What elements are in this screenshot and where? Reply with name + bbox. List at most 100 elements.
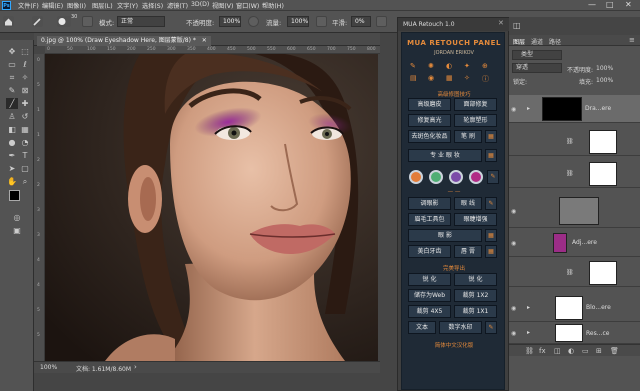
layer-row[interactable]: ◉ ▸ Dra...ere: [509, 95, 640, 123]
eyeshadow-options-button[interactable]: ▦: [485, 229, 497, 242]
eyeliner-button[interactable]: 眼 线: [454, 197, 482, 210]
eye-icon[interactable]: ◉: [511, 240, 516, 247]
brow-kit-button[interactable]: 眉毛工具包: [408, 213, 451, 226]
fill-value[interactable]: 100%: [596, 77, 613, 84]
add-mask-icon[interactable]: ◫: [554, 347, 561, 355]
layer-row[interactable]: ◉ ▸ Blo...ere: [509, 294, 640, 322]
eyeliner-pen-button[interactable]: ✎: [485, 197, 497, 210]
brush-preset-picker[interactable]: [57, 16, 71, 27]
eyeshadow-button[interactable]: 眼 影: [408, 229, 482, 242]
menu-select[interactable]: 选择(S): [142, 1, 163, 10]
palette-icon[interactable]: ✦: [464, 62, 470, 70]
quick-mask-icon[interactable]: ◎: [11, 212, 23, 223]
lipstick-options-button[interactable]: ▦: [485, 245, 497, 258]
new-group-icon[interactable]: ▭: [582, 347, 589, 355]
layer-filter-select[interactable]: 类型: [512, 50, 562, 60]
plus-icon[interactable]: ⊕: [482, 62, 488, 70]
brush-tool-icon-active[interactable]: ╱: [6, 98, 18, 109]
eraser-tool-icon[interactable]: ◧: [6, 124, 18, 135]
frame-tool-icon[interactable]: ⊠: [19, 85, 31, 96]
pressure-opacity-icon[interactable]: [248, 16, 259, 27]
sun-icon[interactable]: ✺: [428, 62, 434, 70]
hand-tool-icon[interactable]: ✋: [6, 176, 18, 187]
zoom-tool-icon[interactable]: ⌕: [19, 176, 31, 187]
type-tool-icon[interactable]: T: [19, 150, 31, 161]
brush-button[interactable]: 笔 刷: [454, 130, 482, 143]
eye-icon[interactable]: ◉: [511, 106, 516, 113]
save-for-web-button[interactable]: 储存为Web: [408, 289, 451, 302]
link-layers-icon[interactable]: ⛓: [525, 347, 534, 355]
info-icon[interactable]: ⓘ: [482, 74, 489, 84]
clone-stamp-icon[interactable]: ♙: [6, 111, 18, 122]
whiten-teeth-button[interactable]: 美白牙齿: [408, 245, 451, 258]
sharpen-button-1[interactable]: 锐 化: [408, 273, 451, 286]
foreground-color-swatch[interactable]: [9, 190, 20, 201]
menu-file[interactable]: 文件(F): [18, 1, 39, 10]
brush-settings-icon[interactable]: [82, 16, 93, 27]
layers-icon[interactable]: ▤: [410, 74, 417, 82]
new-layer-icon[interactable]: ⊞: [596, 347, 602, 355]
menu-edit[interactable]: 编辑(E): [42, 1, 63, 10]
contrast-icon[interactable]: ◐: [446, 62, 452, 70]
text-button[interactable]: 文本: [408, 321, 436, 334]
tab-layers[interactable]: 图层: [513, 37, 525, 46]
panel-icon-history[interactable]: ◫: [513, 21, 521, 30]
panel-menu-icon[interactable]: ≡: [629, 36, 635, 44]
history-brush-icon[interactable]: ↺: [19, 111, 31, 122]
menu-layer[interactable]: 图层(L): [92, 1, 113, 10]
document-canvas[interactable]: [45, 54, 378, 361]
tab-channels[interactable]: 通道: [531, 37, 543, 46]
eye-icon[interactable]: ◉: [511, 305, 516, 312]
menu-type[interactable]: 文字(Y): [117, 1, 138, 10]
skin-smoothing-button[interactable]: 高级磨皮: [408, 98, 451, 111]
eye-icon[interactable]: ◉: [511, 330, 516, 337]
crop-tool-icon[interactable]: ⌗: [6, 72, 18, 83]
layer-row[interactable]: ⛓: [509, 160, 640, 188]
airbrush-icon[interactable]: [316, 16, 327, 27]
tab-paths[interactable]: 路径: [549, 37, 561, 46]
screen-mode-icon[interactable]: ▣: [11, 225, 23, 236]
fx-icon[interactable]: fx: [539, 347, 546, 355]
marquee-tool-icon[interactable]: ▭: [6, 59, 18, 70]
delete-layer-icon[interactable]: 🗑: [610, 347, 619, 355]
eyeshadow-picker-button[interactable]: ✎: [487, 170, 499, 184]
eyeshadow-color-orange[interactable]: [409, 170, 423, 184]
dodge-tool-icon[interactable]: ◔: [19, 137, 31, 148]
watermark-pen-button[interactable]: ✎: [485, 321, 497, 334]
layer-row[interactable]: ◉: [509, 194, 640, 228]
eyeshadow-color-magenta[interactable]: [469, 170, 483, 184]
maximize-button[interactable]: □: [606, 0, 614, 9]
mode-select[interactable]: 正常: [117, 16, 165, 27]
healing-tool-icon[interactable]: ✚: [19, 98, 31, 109]
menu-filter[interactable]: 滤镜(T): [167, 1, 188, 10]
menu-help[interactable]: 帮助(H): [262, 1, 284, 10]
smooth-input[interactable]: 0%: [351, 16, 371, 27]
minimize-button[interactable]: —: [588, 0, 596, 9]
layer-opacity-value[interactable]: 100%: [596, 65, 613, 72]
menu-window[interactable]: 窗口(W): [236, 1, 259, 10]
layer-row[interactable]: ⛓: [509, 259, 640, 287]
opacity-input[interactable]: 100%: [219, 16, 241, 27]
menu-image[interactable]: 图像(I): [67, 1, 86, 10]
zoom-level[interactable]: 100%: [40, 364, 57, 371]
wand-icon[interactable]: ✧: [464, 74, 470, 82]
status-menu-arrow-icon[interactable]: ›: [134, 363, 137, 371]
sharpen-button-2[interactable]: 锐 化: [454, 273, 497, 286]
adjustment-icon[interactable]: ◐: [568, 347, 574, 355]
lipstick-button[interactable]: 唇 膏: [454, 245, 482, 258]
pro-eye-makeup-button[interactable]: 专 业 眼 妆: [408, 149, 482, 162]
tab-close-icon[interactable]: ✕: [202, 37, 207, 44]
gradient-tool-icon[interactable]: ▦: [19, 124, 31, 135]
document-tab[interactable]: 0.jpg @ 100% (Draw Eyeshadow Here, 图层蒙版/…: [37, 36, 211, 46]
menu-view[interactable]: 视图(V): [212, 1, 233, 10]
magic-wand-icon[interactable]: ✧: [19, 72, 31, 83]
eye-icon[interactable]: ◉: [428, 74, 434, 82]
lasso-tool-icon[interactable]: ℓ: [19, 59, 31, 70]
eyeshadow-color-purple[interactable]: [449, 170, 463, 184]
lash-enhance-button[interactable]: 眼睫增强: [454, 213, 497, 226]
brush-tool-icon[interactable]: [32, 16, 43, 27]
eye-icon[interactable]: ◉: [511, 208, 516, 215]
blemish-button[interactable]: 去斑色化妆品: [408, 130, 451, 143]
layer-row[interactable]: ◉ ▸ Res...ce: [509, 322, 640, 344]
adjust-eyeshadow-button[interactable]: 调眼影: [408, 197, 451, 210]
